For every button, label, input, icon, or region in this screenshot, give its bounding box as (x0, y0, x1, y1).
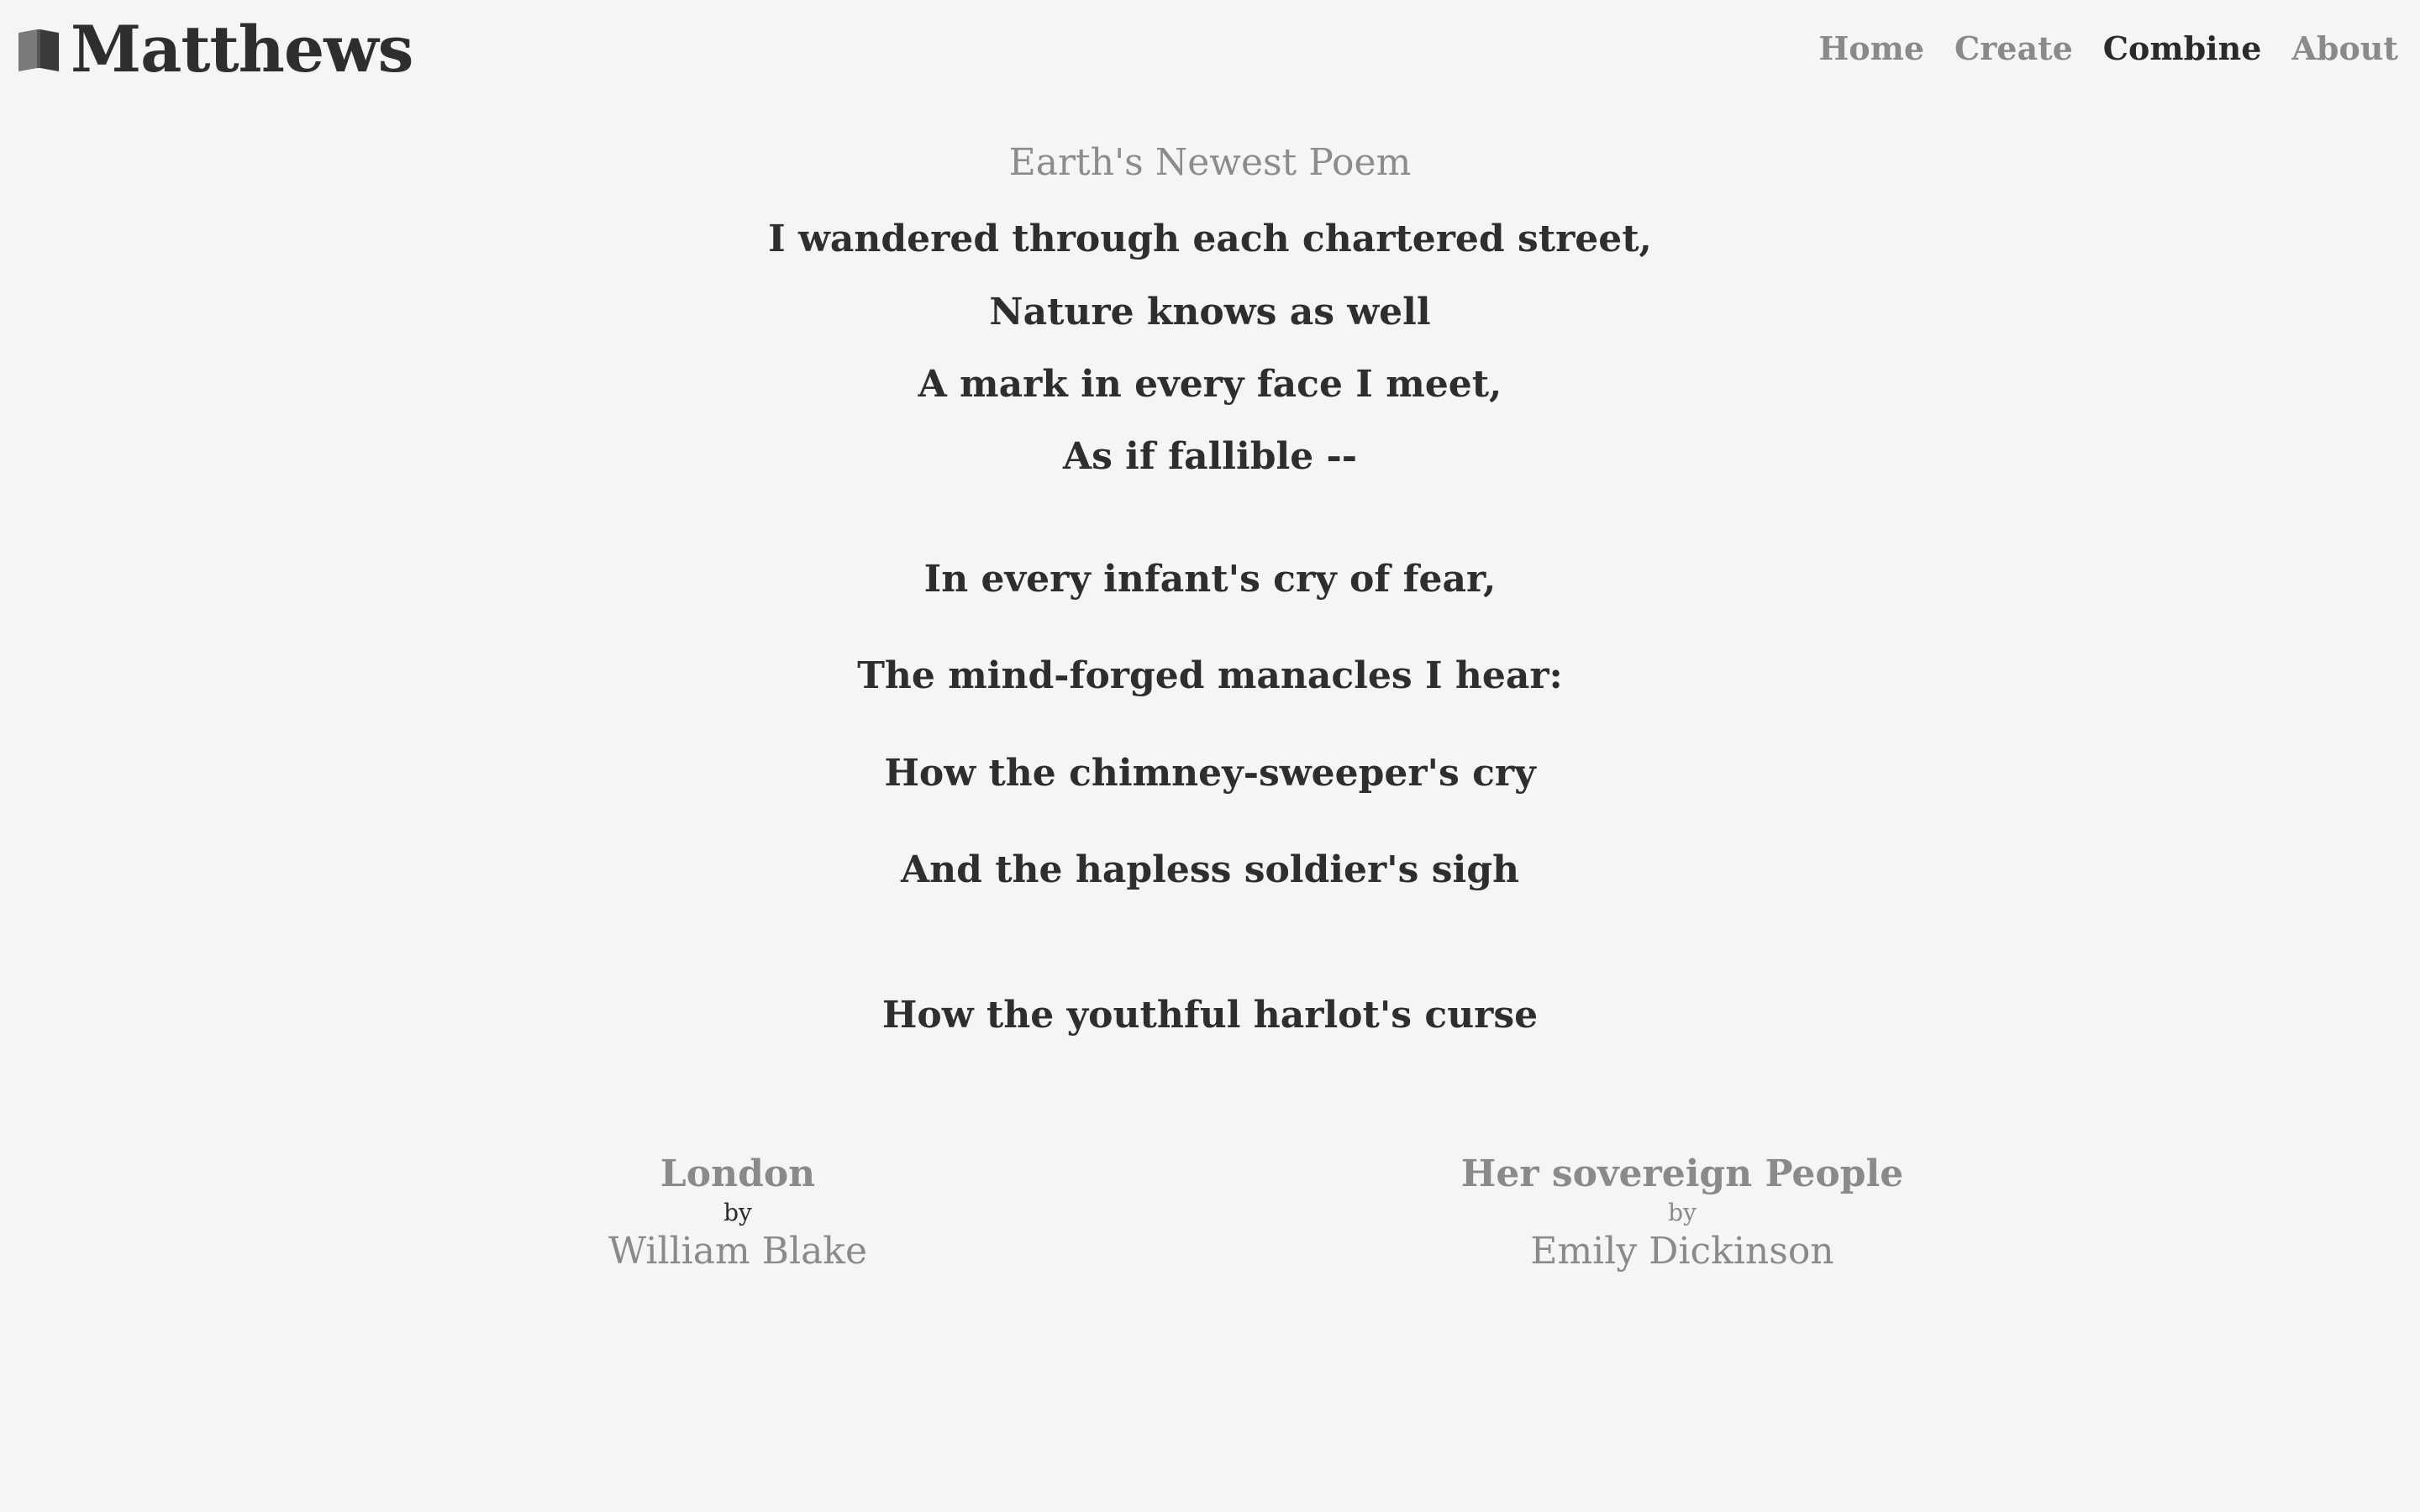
poem-line: In every infant's cry of fear, (923, 558, 1497, 601)
source-card-1: London by William Blake (360, 1151, 1116, 1275)
poem-line: How the youthful harlot's curse (881, 994, 1539, 1037)
brand-link[interactable]: Matthews (15, 12, 413, 87)
nav-create[interactable]: Create (1954, 25, 2073, 72)
nav-home[interactable]: Home (1818, 25, 1924, 72)
book-icon (15, 26, 62, 73)
nav-about[interactable]: About (2291, 25, 2398, 72)
poem-line: The mind-forged manacles I hear: (857, 654, 1563, 697)
source-title-link[interactable]: Her sovereign People (1304, 1151, 2060, 1198)
poem-line: A mark in every face I meet, (918, 363, 1502, 406)
poem-line: As if fallible -- (1062, 435, 1358, 478)
nav-combine[interactable]: Combine (2103, 25, 2262, 72)
poem-line: I wandered through each chartered street… (768, 218, 1652, 260)
source-author-link[interactable]: William Blake (360, 1228, 1116, 1275)
brand-name: Matthews (71, 12, 413, 87)
poem-line: How the chimney-sweeper's cry (884, 752, 1536, 795)
main-nav: Home Create Combine About (1818, 25, 2398, 72)
page: Matthews Home Create Combine About Earth… (0, 0, 2420, 1512)
poem-line: And the hapless soldier's sigh (901, 848, 1519, 891)
poem-title: Earth's Newest Poem (1008, 141, 1412, 184)
source-card-2: Her sovereign People by Emily Dickinson (1304, 1151, 2060, 1275)
source-by-label: by (1668, 1199, 1697, 1226)
source-author-link[interactable]: Emily Dickinson (1304, 1228, 2060, 1275)
poem-line: Nature knows as well (989, 291, 1431, 333)
source-title-link[interactable]: London (360, 1151, 1116, 1198)
source-by-label: by (723, 1199, 752, 1226)
